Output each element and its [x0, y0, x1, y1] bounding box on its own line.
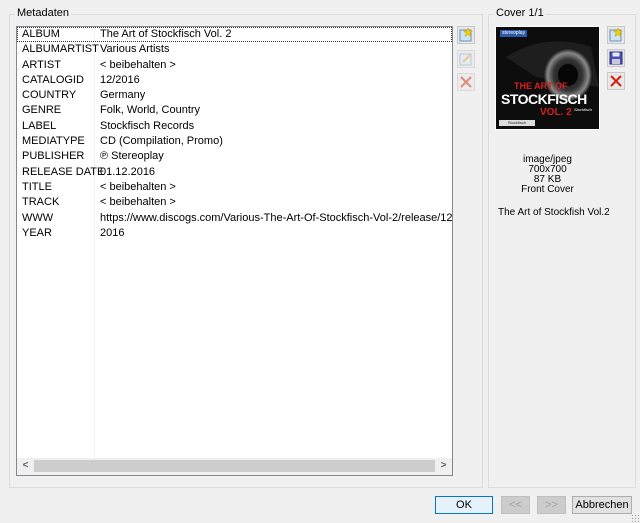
cover-image[interactable]: stereoplay THE ART OF STOCKFISCH VOL. 2 …: [495, 26, 600, 130]
table-row[interactable]: YEAR 2016: [17, 226, 452, 241]
edit-tag-button[interactable]: [457, 50, 475, 68]
table-row[interactable]: MEDIATYPE CD (Compilation, Promo): [17, 134, 452, 149]
tag-key-cell: ARTIST: [22, 58, 61, 71]
table-row[interactable]: COUNTRY Germany: [17, 88, 452, 103]
cover-label-logo: Stockfisch: [574, 107, 593, 112]
table-row[interactable]: TITLE < beibehalten >: [17, 180, 452, 195]
cover-footer-bar: Stockfisch: [499, 120, 535, 126]
table-row[interactable]: ALBUMARTIST Various Artists: [17, 42, 452, 57]
remove-cover-button[interactable]: [607, 72, 625, 90]
tag-key-cell: MEDIATYPE: [22, 135, 85, 148]
tag-key-cell: RELEASE DATE: [22, 165, 105, 178]
cover-info: image/jpeg 700x700 87 KB Front Cover: [490, 155, 605, 195]
cover-brand-badge: stereoplay: [500, 30, 528, 37]
tag-key-cell: ALBUMARTIST: [22, 43, 99, 56]
cover-title-line2: STOCKFISCH: [501, 91, 587, 107]
previous-button[interactable]: <<: [501, 496, 530, 514]
tag-value-cell[interactable]: The Art of Stockfisch Vol. 2: [100, 27, 231, 42]
table-row[interactable]: RELEASE DATE 01.12.2016: [17, 165, 452, 180]
cover-type: Front Cover: [521, 184, 574, 195]
save-cover-button[interactable]: [607, 49, 625, 67]
cover-title-line1: THE ART OF: [514, 81, 568, 91]
tag-key-cell: COUNTRY: [22, 89, 77, 102]
table-row[interactable]: PUBLISHER ℗ Stereoplay: [17, 149, 452, 164]
add-tag-button[interactable]: [457, 26, 475, 44]
edit-pencil-icon: [459, 53, 472, 66]
table-row[interactable]: LABEL Stockfisch Records: [17, 119, 452, 134]
tag-key-cell: TITLE: [22, 180, 52, 193]
tag-value-cell[interactable]: 01.12.2016: [100, 165, 155, 180]
resize-grip[interactable]: [631, 514, 639, 522]
table-row[interactable]: ARTIST < beibehalten >: [17, 58, 452, 73]
add-cover-button[interactable]: [607, 26, 625, 44]
tag-value-cell[interactable]: Folk, World, Country: [100, 103, 200, 118]
tag-value-cell[interactable]: 12/2016: [100, 73, 140, 88]
cover-caption: The Art of Stockfish Vol.2: [498, 207, 610, 218]
scroll-thumb[interactable]: [34, 460, 435, 472]
tag-value-cell[interactable]: < beibehalten >: [100, 180, 176, 195]
table-row[interactable]: ALBUM The Art of Stockfisch Vol. 2: [17, 27, 452, 43]
ok-button[interactable]: OK: [435, 496, 493, 514]
tag-value-cell[interactable]: ℗ Stereoplay: [100, 149, 164, 164]
remove-tag-button[interactable]: [457, 73, 475, 91]
tag-key-cell: TRACK: [22, 196, 60, 209]
tag-value-cell[interactable]: Various Artists: [100, 42, 170, 57]
tag-key-cell: WWW: [22, 211, 54, 224]
next-button[interactable]: >>: [537, 496, 566, 514]
floppy-disk-icon: [609, 51, 623, 65]
cancel-button[interactable]: Abbrechen: [572, 496, 632, 514]
table-row[interactable]: TRACK < beibehalten >: [17, 195, 452, 210]
table-row[interactable]: CATALOGID 12/2016: [17, 73, 452, 88]
cover-title-line3: VOL. 2: [540, 107, 572, 118]
scroll-left-arrow[interactable]: <: [17, 458, 34, 475]
add-star-icon: [459, 28, 473, 42]
tag-key-cell: CATALOGID: [22, 73, 84, 86]
tag-key-cell: PUBLISHER: [22, 150, 85, 163]
delete-x-icon: [610, 75, 622, 87]
tag-value-cell[interactable]: < beibehalten >: [100, 58, 176, 73]
table-row[interactable]: GENRE Folk, World, Country: [17, 103, 452, 118]
tag-key-cell: YEAR: [22, 226, 52, 239]
tag-value-cell[interactable]: CD (Compilation, Promo): [100, 134, 223, 149]
add-star-icon: [609, 28, 623, 42]
table-row[interactable]: WWW https://www.discogs.com/Various-The-A…: [17, 211, 452, 226]
tag-key-cell: ALBUM: [22, 28, 60, 40]
scroll-right-arrow[interactable]: >: [435, 458, 452, 475]
horizontal-scrollbar[interactable]: < >: [17, 458, 452, 475]
tag-value-cell[interactable]: Stockfisch Records: [100, 119, 194, 134]
tag-key-cell: LABEL: [22, 119, 57, 132]
tag-value-cell[interactable]: Germany: [100, 88, 145, 103]
cover-group-title: Cover 1/1: [494, 7, 546, 19]
tag-value-cell[interactable]: 2016: [100, 226, 124, 241]
metadata-group-title: Metadaten: [15, 7, 71, 19]
tag-value-cell[interactable]: https://www.discogs.com/Various-The-Art-…: [100, 211, 452, 226]
tag-value-cell[interactable]: < beibehalten >: [100, 195, 176, 210]
tag-key-cell: GENRE: [22, 104, 62, 117]
metadata-table[interactable]: ALBUM The Art of Stockfisch Vol. 2 ALBUMAR…: [16, 26, 453, 476]
delete-x-icon: [460, 76, 472, 88]
